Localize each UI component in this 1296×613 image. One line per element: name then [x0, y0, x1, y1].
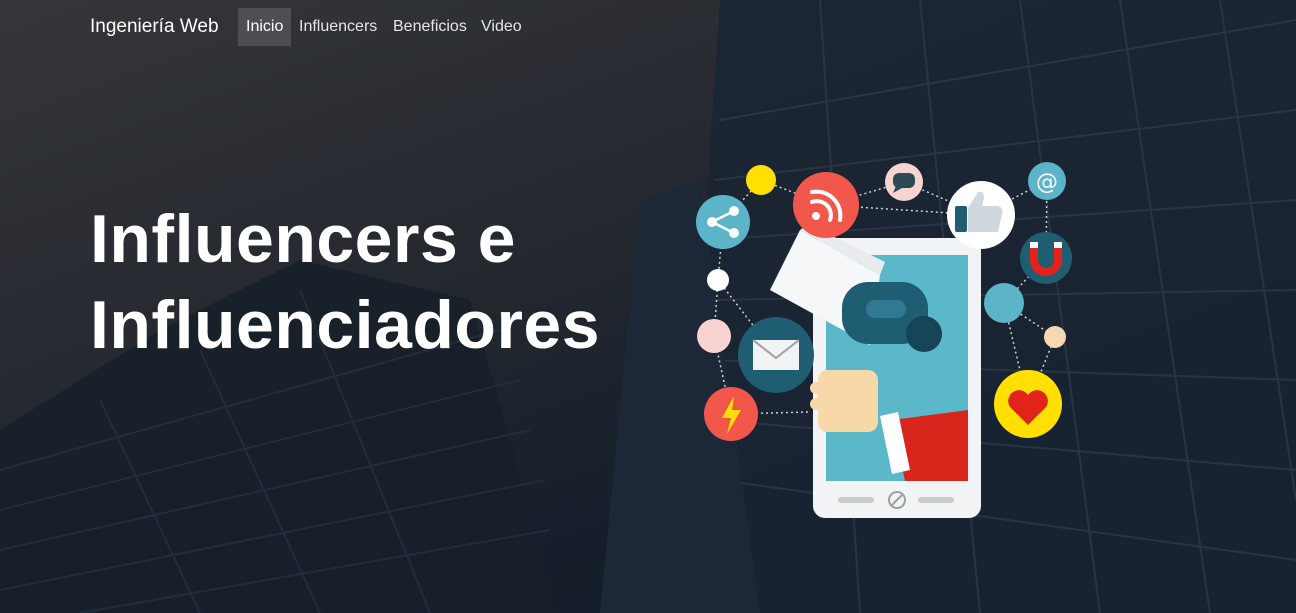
- chat-icon: [885, 163, 923, 201]
- nav-link-video[interactable]: Video: [473, 8, 530, 46]
- mail-icon: [738, 317, 814, 393]
- node-dot: [697, 319, 731, 353]
- hero-title-line-2: Influenciadores: [90, 287, 601, 363]
- hero-title: Influencers e Influenciadores: [90, 196, 600, 368]
- nav-link-beneficios[interactable]: Beneficios: [385, 8, 475, 46]
- like-icon: [947, 181, 1015, 249]
- hero-section: Ingeniería Web Inicio Influencers Benefi…: [0, 0, 1296, 613]
- influencer-marketing-illustration: @: [696, 162, 1072, 518]
- node-dot: [746, 165, 776, 195]
- nav-link-influencers[interactable]: Influencers: [291, 8, 385, 46]
- rss-icon: [793, 172, 859, 238]
- nav-link-inicio[interactable]: Inicio: [238, 8, 291, 46]
- heart-icon: [994, 370, 1062, 438]
- node-dot: [707, 269, 729, 291]
- lightning-icon: [704, 387, 758, 441]
- at-icon: @: [1028, 162, 1066, 200]
- navbar: Ingeniería Web Inicio Influencers Benefi…: [0, 0, 1296, 52]
- svg-text:@: @: [1036, 170, 1058, 195]
- navbar-brand[interactable]: Ingeniería Web: [90, 16, 219, 38]
- node-dot: [984, 283, 1024, 323]
- node-dot: [1044, 326, 1066, 348]
- magnet-icon: [1020, 232, 1072, 284]
- hero-title-line-1: Influencers e: [90, 201, 516, 277]
- share-icon: [696, 195, 750, 249]
